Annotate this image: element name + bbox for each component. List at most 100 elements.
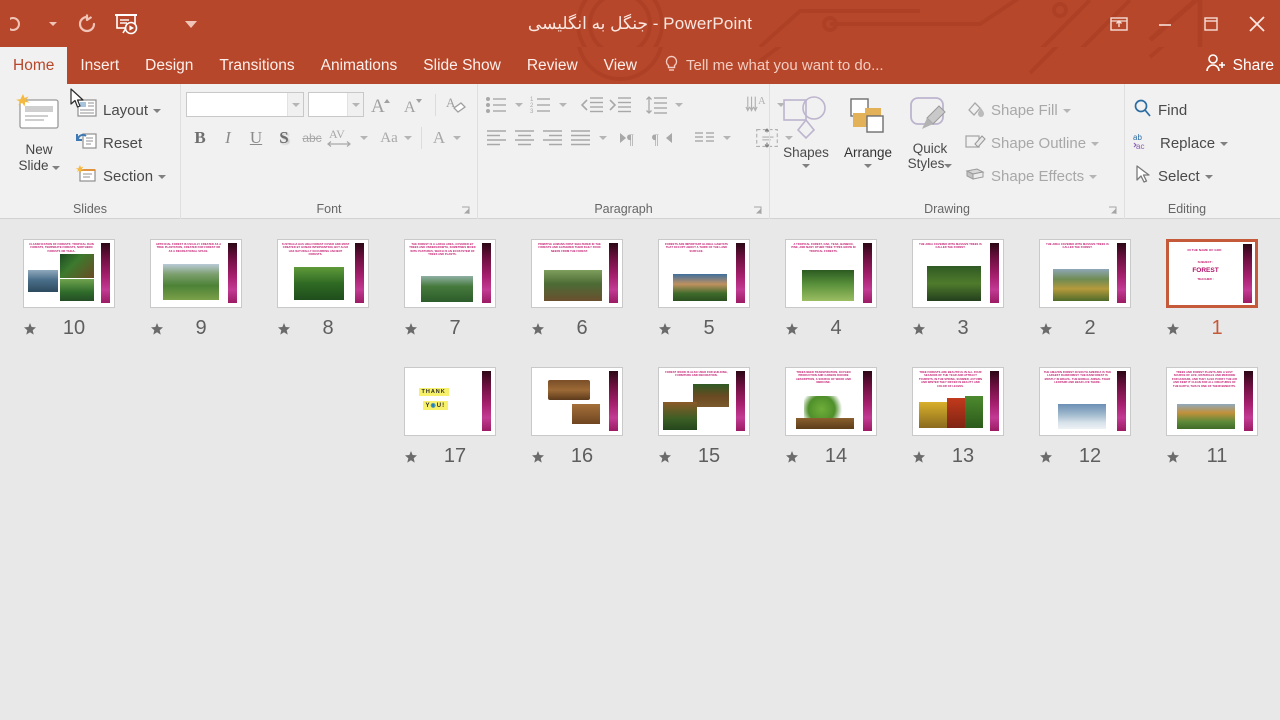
columns-chevron-down-icon[interactable] <box>719 123 735 153</box>
bold-icon[interactable]: B <box>186 123 214 153</box>
justify-chevron-down-icon[interactable] <box>595 123 611 153</box>
slide-thumbnail-9[interactable]: ARTIFICIAL FOREST IS USUALLY CREATED AS … <box>132 239 259 340</box>
slide-thumbnail-11[interactable]: TREES AND FOREST PLANTS ARE A VAST SOURC… <box>1148 367 1275 468</box>
animation-star-icon[interactable] <box>785 449 800 464</box>
slide-thumbnail-7[interactable]: THE FOREST IS A LARGE AREA, COVERED BY T… <box>386 239 513 340</box>
animation-star-icon[interactable] <box>912 449 927 464</box>
animation-star-icon[interactable] <box>531 321 546 336</box>
shape-fill-button[interactable]: Shape Fill <box>961 94 1102 127</box>
slide-thumbnail-3[interactable]: THE AREA COVERED WITH MASSIVE TREES IS C… <box>894 239 1021 340</box>
slide-15-frame[interactable]: FOREST WOOD IS ALSO USED FOR BUILDING, F… <box>657 367 750 436</box>
font-name-chevron-down-icon[interactable] <box>287 93 303 116</box>
slide-thumbnail-5[interactable]: FORESTS ARE IMPORTANT GLOBAL HABITATS TH… <box>640 239 767 340</box>
layout-button[interactable]: Layout <box>73 94 169 127</box>
drawing-dialog-launcher[interactable] <box>1108 206 1117 215</box>
animation-star-icon[interactable] <box>785 321 800 336</box>
slide-11-frame[interactable]: TREES AND FOREST PLANTS ARE A VAST SOURC… <box>1165 367 1258 436</box>
slide-thumbnail-14[interactable]: TREES NEED TRANSPIRATION, OXYGEN PRODUCT… <box>767 367 894 468</box>
section-button[interactable]: Section <box>73 160 169 193</box>
slide-thumbnail-17[interactable]: THANK Y◉U! 17 <box>386 367 513 468</box>
font-size-value[interactable] <box>309 93 347 116</box>
slide-thumbnail-13[interactable]: TREE FORESTS ARE BEAUTIFUL IN ALL FOUR S… <box>894 367 1021 468</box>
restore-icon[interactable] <box>1188 0 1234 47</box>
tab-slide-show[interactable]: Slide Show <box>410 47 514 84</box>
paragraph-dialog-launcher[interactable] <box>753 206 762 215</box>
line-spacing-icon[interactable] <box>643 90 671 120</box>
clear-formatting-icon[interactable]: A <box>443 90 471 120</box>
numbering-icon[interactable]: 123 <box>527 90 555 120</box>
tab-animations[interactable]: Animations <box>308 47 411 84</box>
character-spacing-icon[interactable]: AV <box>326 123 360 153</box>
arrange-button[interactable]: Arrange <box>837 88 899 168</box>
columns-icon[interactable] <box>691 123 719 153</box>
align-center-icon[interactable] <box>511 123 539 153</box>
strikethrough-icon[interactable]: abc <box>298 123 326 153</box>
tab-view[interactable]: View <box>591 47 650 84</box>
tell-me-search[interactable]: Tell me what you want to do... <box>650 47 884 84</box>
shapes-button[interactable]: Shapes <box>775 88 837 168</box>
animation-star-icon[interactable] <box>658 449 673 464</box>
rtl-icon[interactable]: ¶ <box>649 123 677 153</box>
increase-indent-icon[interactable] <box>607 90 635 120</box>
font-name-value[interactable] <box>187 93 287 116</box>
animation-star-icon[interactable] <box>1039 449 1054 464</box>
shape-effects-button[interactable]: Shape Effects <box>961 160 1102 193</box>
text-shadow-icon[interactable]: S <box>270 123 298 153</box>
align-right-icon[interactable] <box>539 123 567 153</box>
replace-button[interactable]: ab ac Replace <box>1130 127 1231 160</box>
slide-5-frame[interactable]: FORESTS ARE IMPORTANT GLOBAL HABITATS TH… <box>657 239 750 308</box>
decrease-font-size-icon[interactable]: A <box>400 90 428 120</box>
shape-outline-button[interactable]: Shape Outline <box>961 127 1102 160</box>
tab-insert[interactable]: Insert <box>67 47 132 84</box>
slide-thumbnail-4[interactable]: A TROPICAL FOREST, OAK, TEAK, BAMBOO, PI… <box>767 239 894 340</box>
share-button[interactable]: Share <box>1205 47 1274 84</box>
animation-star-icon[interactable] <box>404 321 419 336</box>
numbering-chevron-down-icon[interactable] <box>555 90 571 120</box>
bullets-chevron-down-icon[interactable] <box>511 90 527 120</box>
font-size-chevron-down-icon[interactable] <box>347 93 363 116</box>
quick-styles-button[interactable]: Quick Styles <box>899 88 961 171</box>
slide-4-frame[interactable]: A TROPICAL FOREST, OAK, TEAK, BAMBOO, PI… <box>784 239 877 308</box>
font-color-icon[interactable]: A <box>425 123 453 153</box>
animation-star-icon[interactable] <box>912 321 927 336</box>
slide-3-frame[interactable]: THE AREA COVERED WITH MASSIVE TREES IS C… <box>911 239 1004 308</box>
increase-font-size-icon[interactable]: A <box>368 90 396 120</box>
new-slide-button[interactable]: New Slide <box>5 88 73 174</box>
slide-thumbnail-8[interactable]: AUSTRALIA HAS HIGH FOREST COVER AND MOST… <box>259 239 386 340</box>
close-icon[interactable] <box>1234 0 1280 47</box>
slide-9-frame[interactable]: ARTIFICIAL FOREST IS USUALLY CREATED AS … <box>149 239 242 308</box>
reset-button[interactable]: Reset <box>73 127 169 160</box>
slide-1-frame[interactable]: IN THE NAME OF GOD SUBJECT : FOREST TEAC… <box>1165 239 1258 308</box>
slide-16-frame[interactable] <box>530 367 623 436</box>
bullets-icon[interactable] <box>483 90 511 120</box>
slide-thumbnail-16[interactable]: 16 <box>513 367 640 468</box>
line-spacing-chevron-down-icon[interactable] <box>671 90 687 120</box>
slide-7-frame[interactable]: THE FOREST IS A LARGE AREA, COVERED BY T… <box>403 239 496 308</box>
tab-design[interactable]: Design <box>132 47 206 84</box>
animation-star-icon[interactable] <box>658 321 673 336</box>
slide-thumbnail-6[interactable]: PRIMITIVE HUMANS FIRST SHELTERED IN THE … <box>513 239 640 340</box>
slide-thumbnail-10[interactable]: CLASSIFICATION OF FORESTS: TROPICAL RAIN… <box>5 239 132 340</box>
slide-thumbnail-2[interactable]: THE AREA COVERED WITH MASSIVE TREES IS C… <box>1021 239 1148 340</box>
slide-17-frame[interactable]: THANK Y◉U! <box>403 367 496 436</box>
font-name-combo[interactable] <box>186 92 304 117</box>
animation-star-icon[interactable] <box>404 449 419 464</box>
change-case-icon[interactable]: Aa <box>374 123 404 153</box>
slide-thumbnail-12[interactable]: THE AMAZON FOREST IN SOUTH AMERICA IS TH… <box>1021 367 1148 468</box>
animation-star-icon[interactable] <box>531 449 546 464</box>
select-button[interactable]: Select <box>1130 160 1231 193</box>
animation-star-icon[interactable] <box>277 321 292 336</box>
ltr-icon[interactable]: ¶ <box>617 123 645 153</box>
find-button[interactable]: Find <box>1130 94 1231 127</box>
tab-home[interactable]: Home <box>0 47 68 84</box>
font-dialog-launcher[interactable] <box>461 206 470 215</box>
slide-thumbnail-pane[interactable]: CLASSIFICATION OF FORESTS: TROPICAL RAIN… <box>0 219 1280 720</box>
slide-8-frame[interactable]: AUSTRALIA HAS HIGH FOREST COVER AND MOST… <box>276 239 369 308</box>
animation-star-icon[interactable] <box>1039 321 1054 336</box>
font-size-combo[interactable] <box>308 92 364 117</box>
underline-icon[interactable]: U <box>242 123 270 153</box>
slide-12-frame[interactable]: THE AMAZON FOREST IN SOUTH AMERICA IS TH… <box>1038 367 1131 436</box>
slide-10-frame[interactable]: CLASSIFICATION OF FORESTS: TROPICAL RAIN… <box>22 239 115 308</box>
align-left-icon[interactable] <box>483 123 511 153</box>
minimize-icon[interactable] <box>1142 0 1188 47</box>
